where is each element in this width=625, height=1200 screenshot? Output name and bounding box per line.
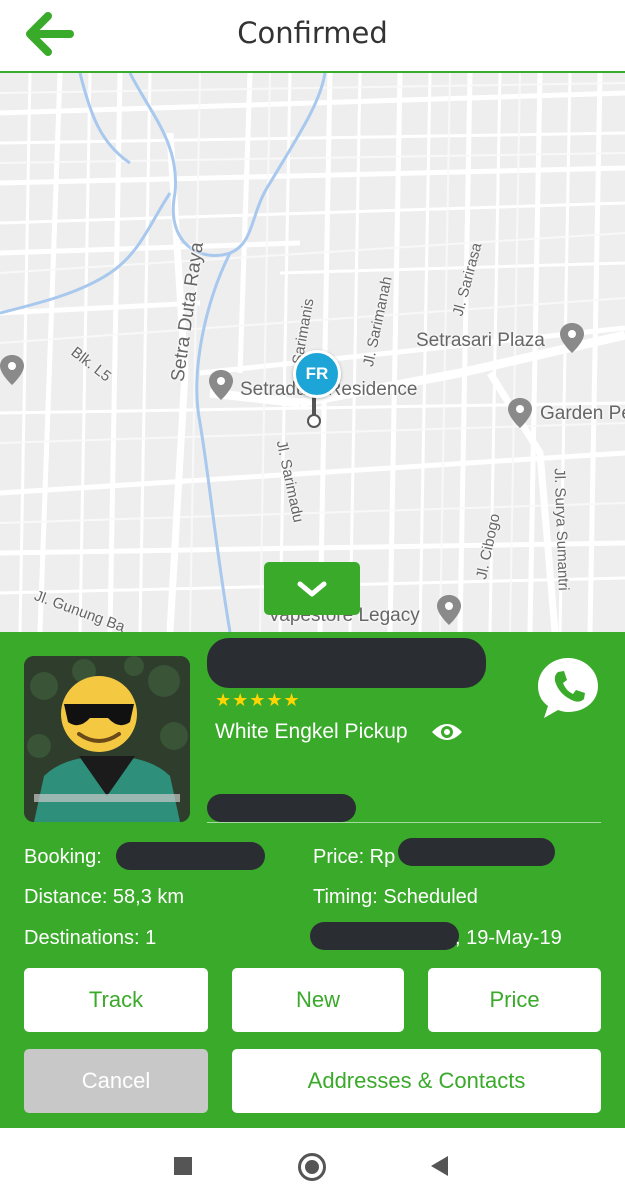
addresses-contacts-button[interactable]: Addresses & Contacts [232, 1049, 601, 1113]
price-value-redacted [398, 838, 555, 866]
home-icon[interactable] [298, 1153, 326, 1181]
booking-panel: ★★★★★ White Engkel Pickup Booking: Price… [0, 632, 625, 1128]
system-nav-bar [0, 1128, 625, 1200]
price-label: Price: Rp [313, 846, 396, 868]
new-button[interactable]: New [232, 968, 404, 1032]
rating-stars: ★★★★★ [215, 690, 301, 710]
schedule-time-redacted [310, 922, 459, 950]
timing-text: Timing: Scheduled [313, 886, 478, 908]
back-icon[interactable] [431, 1156, 448, 1176]
page-title: Confirmed [237, 16, 388, 50]
booking-number-redacted [116, 842, 265, 870]
map-label-setrasari-plaza: Setrasari Plaza [416, 330, 545, 351]
recent-apps-icon[interactable] [174, 1157, 192, 1175]
price-button[interactable]: Price [428, 968, 601, 1032]
destinations-text: Destinations: 1 [24, 927, 157, 949]
top-bar: Confirmed [0, 0, 625, 73]
map-label-garden-p: Garden Pe [540, 403, 625, 424]
vehicle-type: White Engkel Pickup [215, 720, 408, 743]
schedule-date: , 19-May-19 [455, 927, 562, 949]
track-button[interactable]: Track [24, 968, 208, 1032]
driver-plate-redacted [207, 794, 356, 822]
phone-icon[interactable] [534, 654, 602, 722]
map-pin-badge[interactable]: FR [293, 350, 341, 398]
driver-name-redacted [207, 638, 486, 688]
map-view[interactable]: Setra Duta Raya Blk. L5 Setraduta Reside… [0, 73, 625, 632]
booking-label: Booking: [24, 846, 102, 868]
divider [207, 822, 601, 823]
driver-photo [24, 656, 190, 822]
collapse-map-button[interactable] [264, 562, 360, 615]
distance-text: Distance: 58,3 km [24, 886, 185, 908]
eye-icon[interactable] [431, 720, 463, 744]
cancel-button[interactable]: Cancel [24, 1049, 208, 1113]
pin-location-dot [307, 414, 321, 428]
chevron-down-icon [297, 581, 327, 597]
